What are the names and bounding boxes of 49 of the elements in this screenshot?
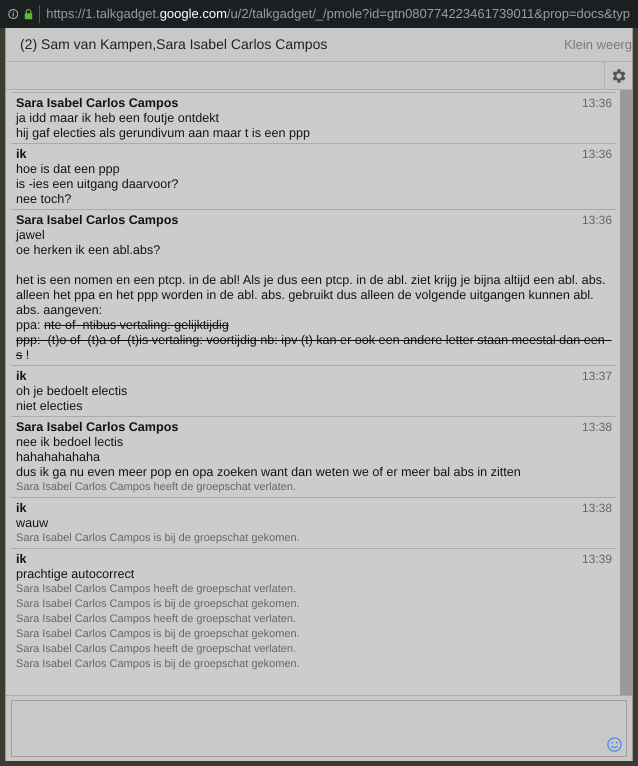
message-input[interactable] [11,700,627,757]
message-time: 13:36 [582,96,612,111]
sender-name: ik [16,369,27,384]
message-text: hij gaf electies als gerundivum aan maar t is een ppp [16,126,312,141]
message-text: is -ies een uitgang daarvoor? [16,177,180,192]
message-text: het is een nomen en een ptcp. in de abl! Als je dus een ptcp. in de abl. ziet krijg je bijna altijd een abl. abs. [16,273,606,288]
info-icon[interactable] [8,7,18,21]
message-text: hahahahahaha [16,450,102,465]
message-text: jawel [16,228,46,243]
message-text: wauw [16,516,50,531]
message-text: niet electies [16,399,84,414]
settings-icon [610,67,628,85]
message-text: prachtige autocorrect [16,567,136,582]
message-time: 13:38 [582,501,612,516]
address-bar[interactable]: https://1.talkgadget.google.com/u/2/talkgadget/_/pmole?id=gtn080774223461739011&prop=docs&typ [0,0,638,28]
url-text: https://1.talkgadget.google.com/u/2/talkgadget/_/pmole?id=gtn080774223461739011&prop=docs&typ [46,5,630,24]
sender-name: ik [16,147,27,162]
message-time: 13:36 [582,147,612,162]
message-text: nee toch? [16,192,72,207]
message-text: dus ik ga nu even meer pop en opa zoeken want dan weten we of er meer bal abs in zitten [16,465,522,480]
sender-name: Sara Isabel Carlos Campos [16,96,178,111]
sender-name: Sara Isabel Carlos Campos [16,420,178,435]
system-notice: Sara Isabel Carlos Campos is bij de groepschat gekomen. [16,597,301,612]
scrollbar[interactable] [620,90,632,695]
message-text: ppp: (t)o of (t)a of (t)is vertaling: voortijdig nb: ipv (t) kan er ook een andere letter staan meestal dan een s ! [16,333,606,363]
sender-name: ik [16,501,27,516]
message-text: oe herken ik een abl.abs? [16,243,162,258]
message-time: 13:39 [582,552,612,567]
message-text: ppa: nte of ntibus vertaling: gelijktijdig [16,318,230,333]
window-title: (2) Sam van Kampen,Sara Isabel Carlos Campos [20,35,328,54]
message-text: oh je bedoelt electis [16,384,128,399]
message-time: 13:37 [582,369,612,384]
system-notice: Sara Isabel Carlos Campos heeft de groepschat verlaten. [16,480,298,495]
system-notice: Sara Isabel Carlos Campos heeft de groepschat verlaten. [16,582,298,597]
system-notice: Sara Isabel Carlos Campos is bij de groepschat gekomen. [16,627,301,642]
lock-icon [24,7,34,21]
message-time: 13:38 [582,420,612,435]
message-time: 13:36 [582,213,612,228]
sender-name: Sara Isabel Carlos Campos [16,213,178,228]
system-notice: Sara Isabel Carlos Campos is bij de groepschat gekomen. [16,657,301,672]
message-text: alleen het ppa en het ppp worden in de abl. abs. gebruikt dus alleen de volgende uitgangen kunnen abl. abs. aangeven: [16,288,595,318]
message-text: hoe is dat een ppp [16,162,121,177]
system-notice: Sara Isabel Carlos Campos heeft de groepschat verlaten. [16,642,298,657]
system-notice: Sara Isabel Carlos Campos heeft de groepschat verlaten. [16,612,298,627]
system-notice: Sara Isabel Carlos Campos is bij de groepschat gekomen. [16,531,301,546]
message-text: nee ik bedoel lectis [16,435,124,450]
smiley-icon[interactable] [607,737,622,752]
sender-name: ik [16,552,27,567]
message-text: ja idd maar ik heb een foutje ontdekt [16,111,220,126]
